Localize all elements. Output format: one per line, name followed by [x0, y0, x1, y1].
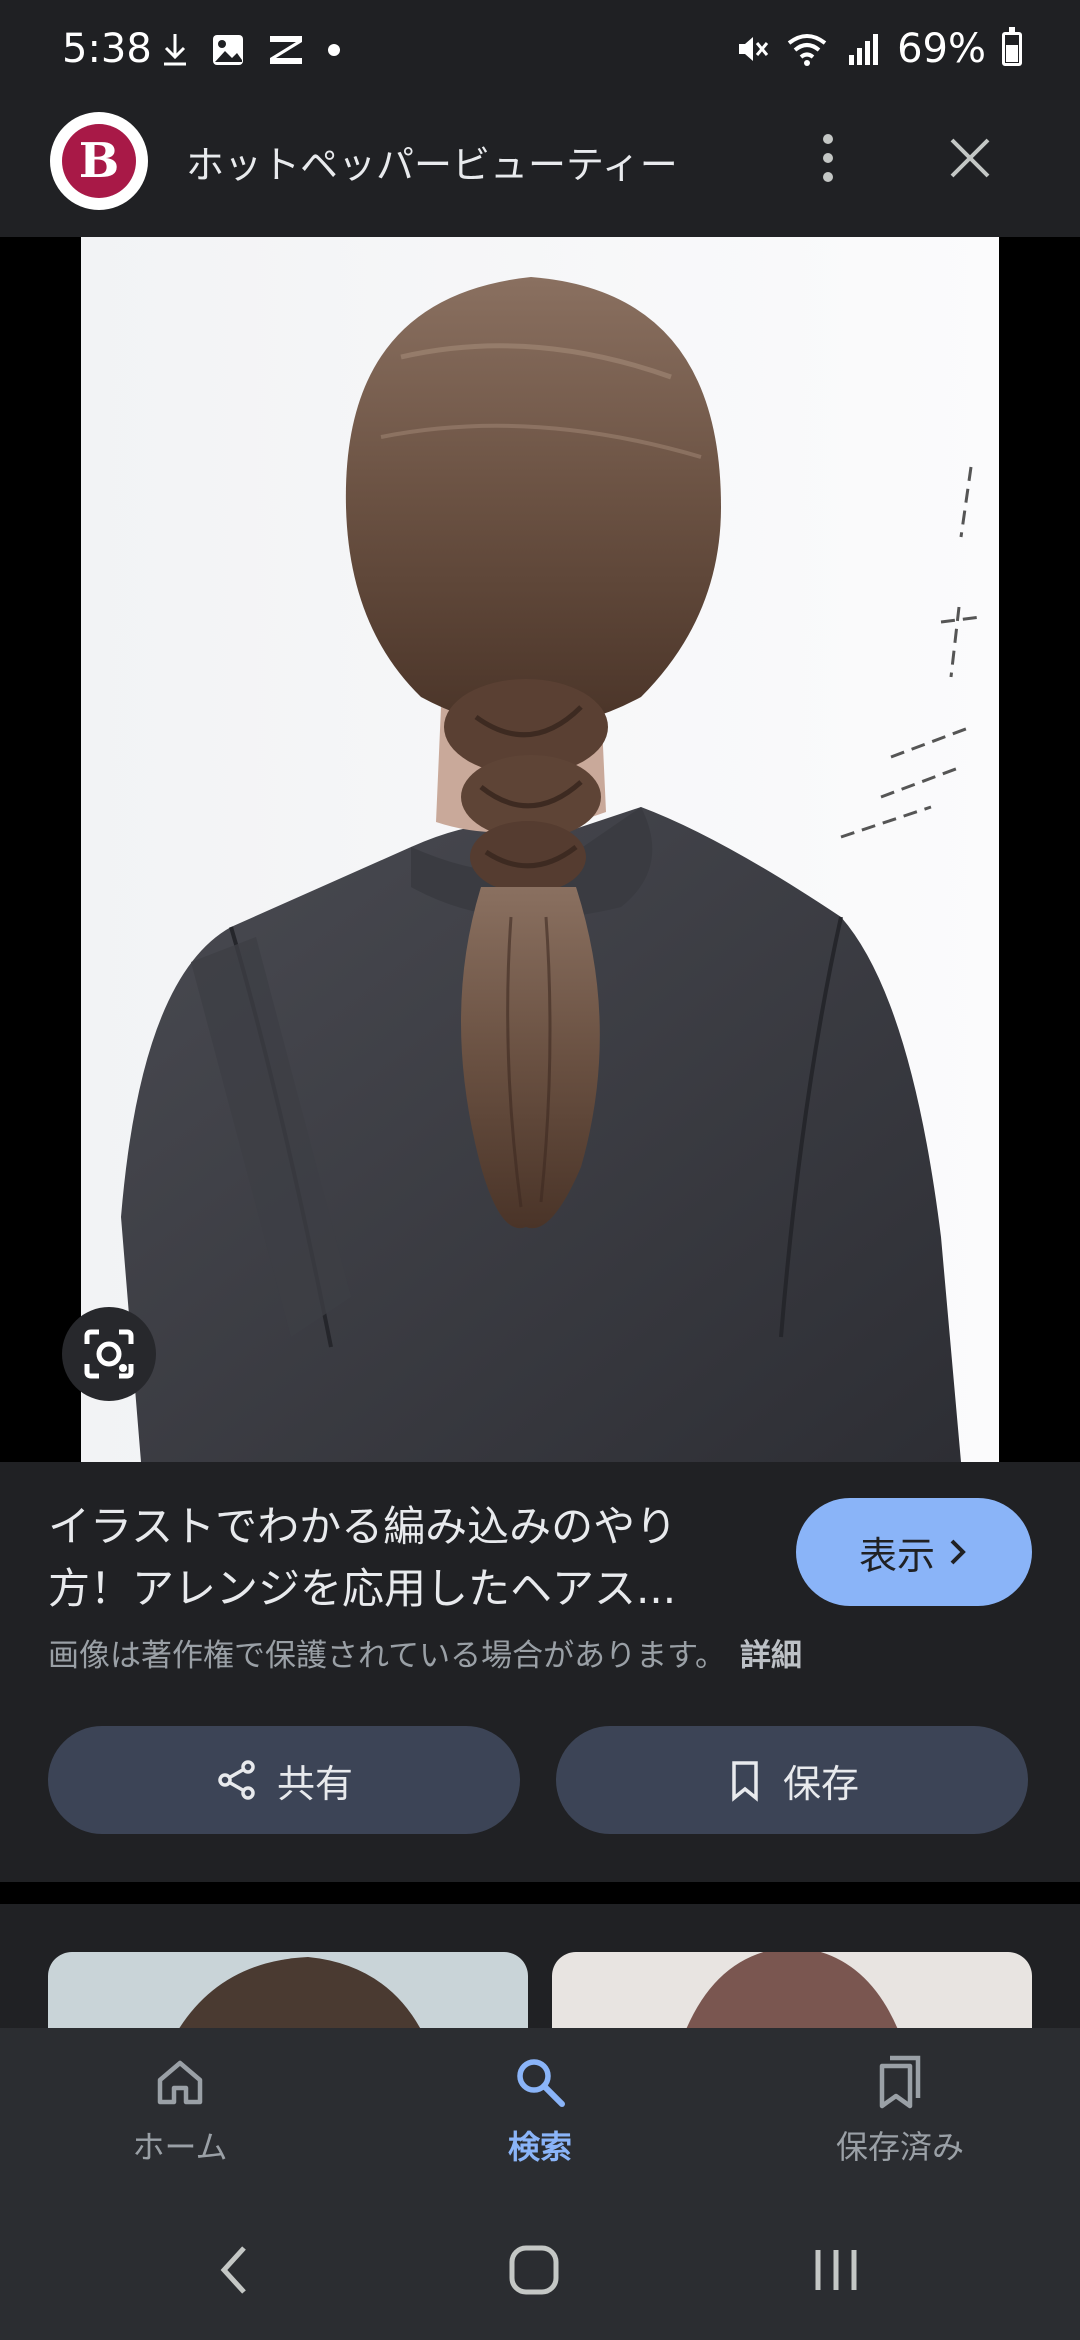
result-title-line: イラストでわかる編み込みのやり — [48, 1502, 678, 1551]
related-image-preview — [179, 1957, 420, 2028]
result-title[interactable]: イラストでわかる編み込みのやり 方！アレンジを応用したヘアス... — [48, 1496, 748, 1620]
image-preview-area — [0, 237, 1080, 1462]
save-button[interactable]: 保存 — [556, 1726, 1028, 1834]
visit-button[interactable]: 表示 — [796, 1498, 1032, 1606]
nav-home-label: ホーム — [132, 2128, 228, 2166]
dot-icon — [328, 44, 340, 56]
signal-icon — [849, 34, 879, 65]
site-logo-letter: B — [62, 124, 136, 198]
related-image-thumbnail[interactable] — [48, 1952, 528, 2028]
home-icon — [157, 2060, 203, 2105]
hairstyle-illustration — [81, 237, 999, 1462]
copyright-notice: 画像は著作権で保護されている場合があります。 詳細 — [48, 1630, 802, 1675]
status-time: 5:38 — [62, 26, 152, 72]
bookmark-icon — [732, 1761, 758, 1802]
share-icon — [218, 1760, 255, 1800]
close-icon — [950, 138, 990, 178]
capcut-icon — [270, 36, 302, 64]
result-title-line: 方！アレンジを応用したヘアス... — [48, 1564, 677, 1613]
details-link[interactable]: 詳細 — [740, 1638, 802, 1674]
close-button[interactable] — [940, 122, 1000, 194]
related-images — [0, 1904, 1080, 2028]
nav-search-label: 検索 — [507, 2128, 572, 2166]
download-icon — [164, 34, 186, 66]
visit-label: 表示 — [858, 1533, 935, 1578]
mute-icon — [739, 37, 769, 61]
image-info-panel: イラストでわかる編み込みのやり 方！アレンジを応用したヘアス... 表示 画像は… — [0, 1462, 1080, 1882]
system-icons: 69% — [733, 26, 1022, 72]
copyright-text: 画像は著作権で保護されている場合があります。 — [48, 1638, 726, 1674]
saved-icon — [879, 2055, 921, 2109]
battery-percent: 69% — [897, 26, 986, 72]
nav-home[interactable]: ホーム — [70, 2054, 290, 2168]
google-lens-button[interactable] — [62, 1307, 156, 1401]
more-options-button[interactable] — [800, 120, 856, 196]
related-image-thumbnail[interactable] — [552, 1952, 1032, 2028]
nav-saved[interactable]: 保存済み — [790, 2054, 1010, 2168]
lens-icon — [84, 1329, 134, 1379]
image-icon — [213, 35, 243, 65]
back-icon — [220, 2246, 246, 2294]
hairstyle-photo[interactable] — [81, 237, 999, 1462]
home-square-icon — [509, 2245, 559, 2295]
site-logo[interactable]: B — [50, 112, 148, 210]
nav-search[interactable]: 検索 — [430, 2054, 650, 2168]
source-header: B ホットペッパービューティー — [0, 100, 1080, 237]
more-dot-icon — [823, 172, 833, 182]
search-icon — [517, 2059, 565, 2107]
system-recents-button[interactable] — [796, 2238, 876, 2302]
notification-icons — [160, 30, 342, 70]
related-image-preview — [686, 1952, 898, 2028]
system-navigation-bar — [0, 2198, 1080, 2340]
bottom-navigation: ホーム 検索 保存済み — [0, 2028, 1080, 2198]
save-label: 保存 — [782, 1761, 859, 1806]
section-divider — [0, 1882, 1080, 1904]
system-back-button[interactable] — [194, 2238, 274, 2302]
battery-icon — [1002, 27, 1022, 66]
more-dot-icon — [823, 153, 833, 163]
share-button[interactable]: 共有 — [48, 1726, 520, 1834]
system-home-button[interactable] — [494, 2238, 574, 2302]
nav-saved-label: 保存済み — [835, 2128, 964, 2166]
chevron-right-icon — [950, 1539, 966, 1565]
site-title[interactable]: ホットペッパービューティー — [186, 134, 678, 189]
more-dot-icon — [823, 134, 833, 144]
share-label: 共有 — [276, 1761, 353, 1806]
wifi-icon — [787, 34, 827, 66]
status-bar: 5:38 69% — [0, 0, 1080, 100]
recents-icon — [815, 2250, 857, 2290]
